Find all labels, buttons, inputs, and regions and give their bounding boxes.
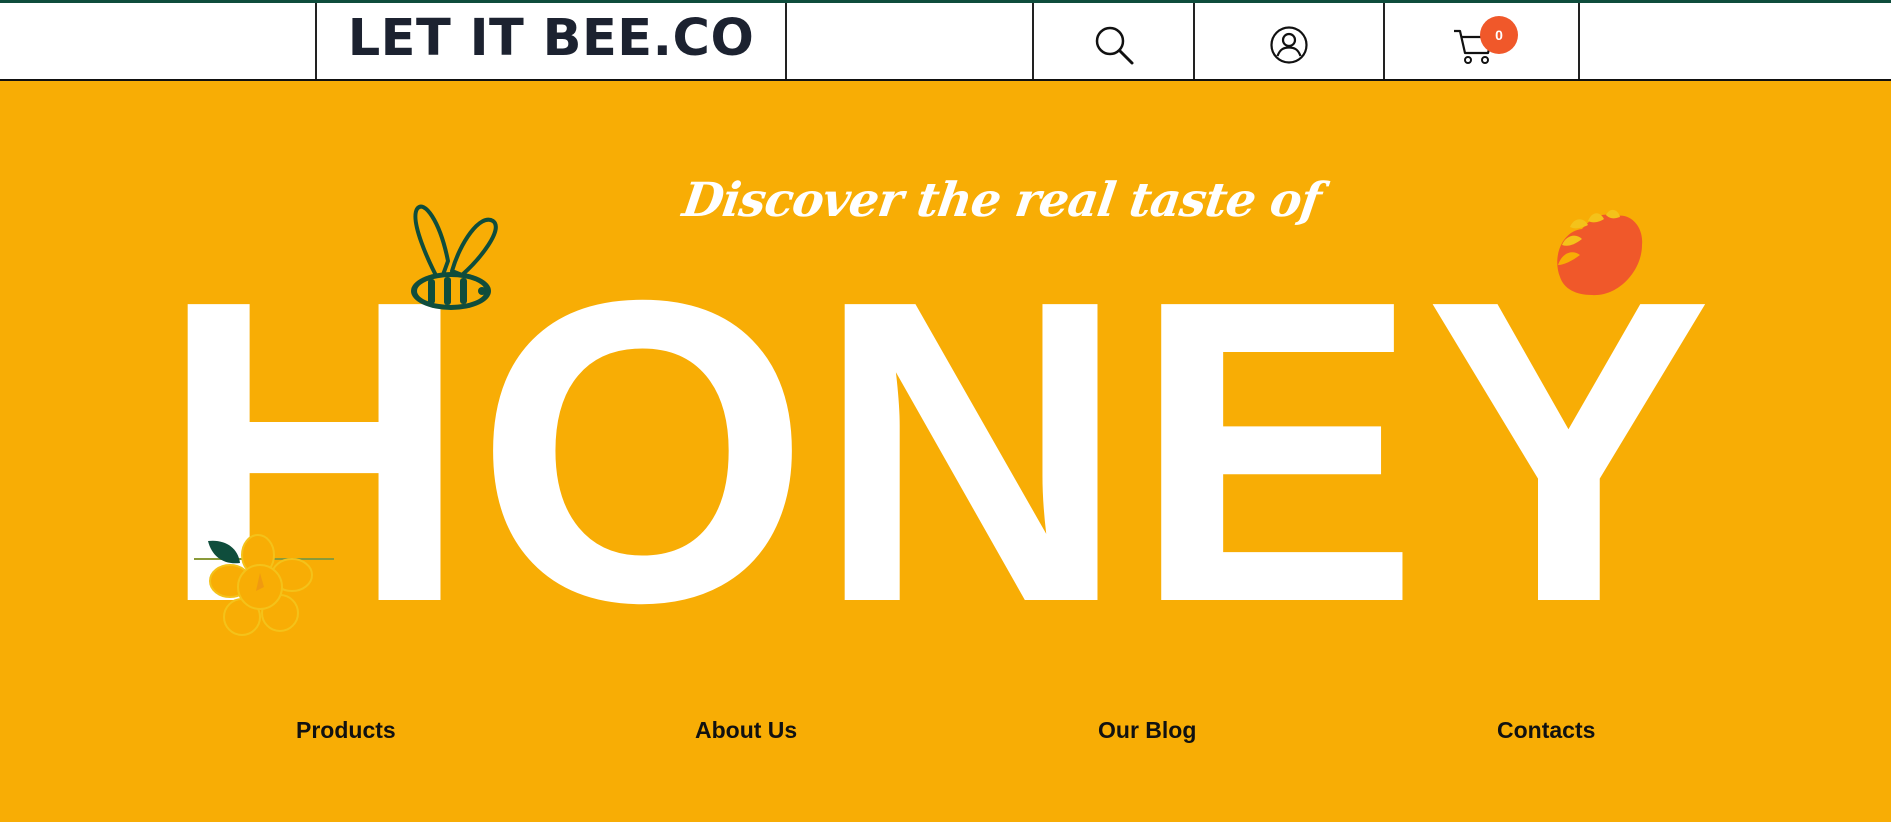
search-button[interactable] bbox=[1034, 3, 1195, 82]
nav-item-contacts[interactable]: Contacts bbox=[1497, 717, 1595, 744]
cart-count-badge: 0 bbox=[1480, 16, 1518, 54]
site-logo[interactable]: LET IT BEE.CO bbox=[348, 9, 755, 68]
nav-item-our-blog[interactable]: Our Blog bbox=[1098, 717, 1196, 744]
orange-blossom-icon bbox=[1557, 209, 1643, 296]
flower-icon bbox=[194, 534, 334, 636]
header-spacer-middle bbox=[787, 3, 1034, 82]
bee-icon bbox=[411, 204, 498, 310]
hero-section: Discover the real taste of HONEY Product… bbox=[0, 81, 1891, 822]
header-spacer-right bbox=[1580, 3, 1891, 82]
nav-item-products[interactable]: Products bbox=[296, 717, 396, 744]
nav-item-about-us[interactable]: About Us bbox=[695, 717, 797, 744]
search-icon bbox=[1095, 26, 1133, 64]
site-header: LET IT BEE.CO 0 bbox=[0, 0, 1891, 82]
user-icon bbox=[1270, 25, 1308, 64]
cart-button[interactable]: 0 bbox=[1385, 3, 1580, 82]
logo-cell[interactable]: LET IT BEE.CO bbox=[317, 3, 787, 82]
header-spacer-left bbox=[0, 3, 317, 82]
account-button[interactable] bbox=[1195, 3, 1385, 82]
